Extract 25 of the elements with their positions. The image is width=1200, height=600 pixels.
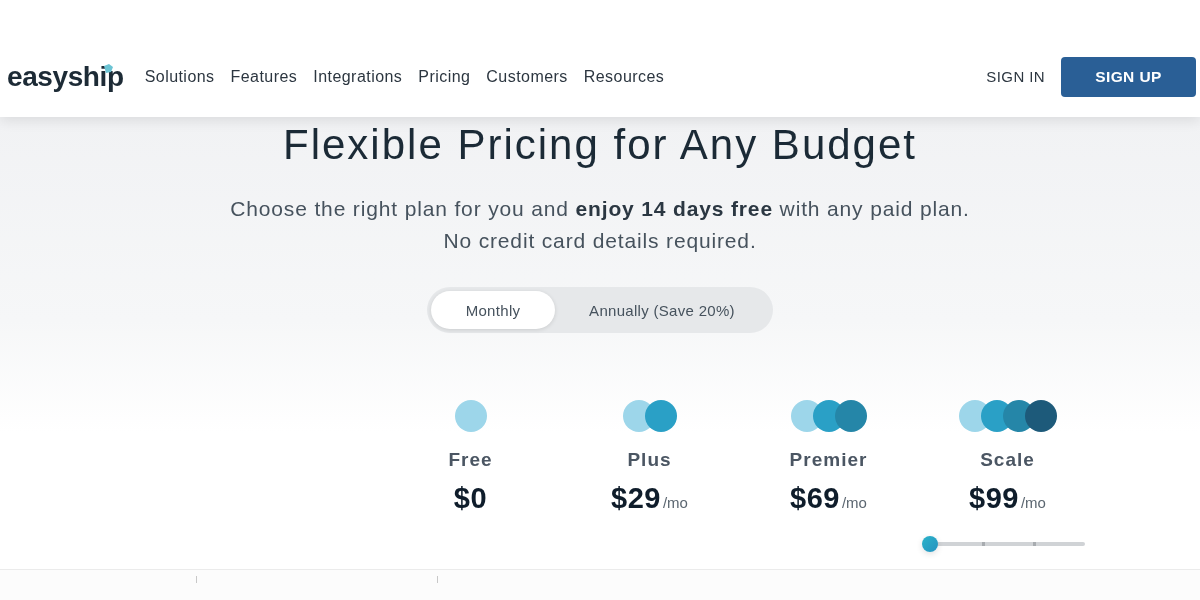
hero-subtitle: Choose the right plan for you and enjoy 14 days free with any paid plan. No credit card details required.: [230, 196, 970, 254]
plan-price: $0: [453, 481, 488, 515]
nav-link[interactable]: Resources: [583, 67, 665, 86]
plan-price: $99: [969, 481, 1019, 515]
plan-name: Scale: [980, 449, 1035, 471]
plan-name: Free: [448, 449, 493, 471]
brand-logo[interactable]: easyship: [7, 60, 124, 93]
nav-link[interactable]: Pricing: [418, 67, 471, 86]
nav-link[interactable]: Solutions: [144, 67, 215, 86]
nav-link[interactable]: Customers: [486, 67, 568, 86]
plan-name: Premier: [789, 449, 868, 471]
price-period: /mo: [841, 494, 867, 511]
plan-price: $29: [611, 481, 661, 515]
nav-link[interactable]: Integrations: [313, 67, 403, 86]
sign-in-link[interactable]: SIGN IN: [986, 68, 1045, 85]
nav-link[interactable]: Features: [230, 67, 298, 86]
billing-option[interactable]: Monthly: [431, 291, 555, 329]
plan-price: $69: [790, 481, 840, 515]
billing-option[interactable]: Annually (Save 20%): [555, 291, 769, 329]
price-period: /mo: [1020, 494, 1046, 511]
plan-name: Plus: [627, 449, 672, 471]
page-title: Flexible Pricing for Any Budget: [283, 121, 917, 169]
sign-up-button[interactable]: SIGN UP: [1061, 56, 1196, 97]
slider-handle[interactable]: [922, 536, 938, 552]
price-period: /mo: [662, 494, 688, 511]
